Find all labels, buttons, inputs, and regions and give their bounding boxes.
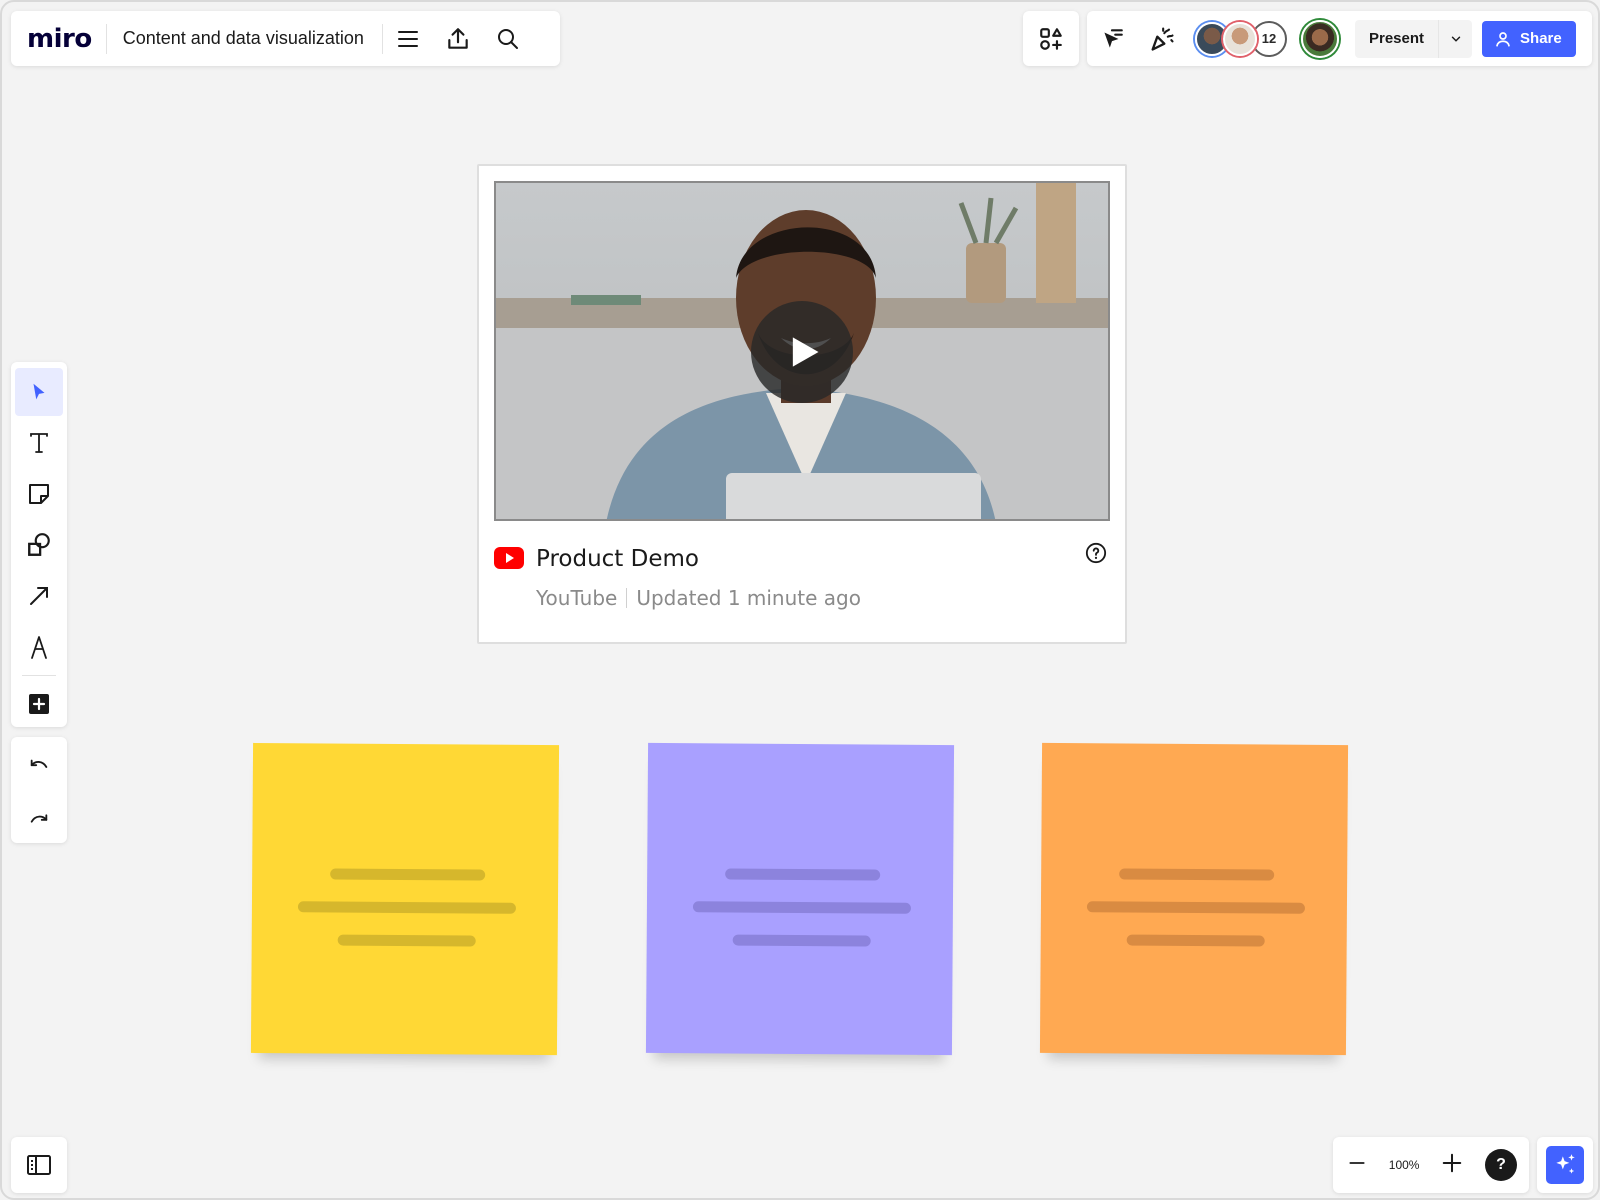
- embed-title[interactable]: Product Demo: [536, 546, 699, 572]
- text-tool[interactable]: [15, 419, 63, 467]
- present-button[interactable]: Present: [1355, 20, 1438, 58]
- frames-panel-button[interactable]: [11, 1137, 67, 1193]
- embed-source: YouTube: [536, 586, 618, 610]
- undo-button[interactable]: [15, 743, 63, 791]
- ai-assistant-button[interactable]: [1537, 1137, 1593, 1193]
- history-toolbar: [11, 737, 67, 843]
- divider: [626, 588, 628, 608]
- divider: [22, 675, 56, 676]
- board-title[interactable]: Content and data visualization: [107, 28, 382, 49]
- apps-icon: [1040, 27, 1062, 50]
- help-circle-icon[interactable]: [1085, 542, 1107, 564]
- shapes-tool[interactable]: [15, 521, 63, 569]
- collaboration-bar: 12 Present Share: [1087, 11, 1592, 66]
- play-icon: [792, 337, 819, 367]
- sticky-note-icon: [29, 484, 49, 504]
- sticky-note-text-placeholder: [1126, 934, 1265, 947]
- sticky-note-text-placeholder: [330, 868, 486, 881]
- sticky-note-text-placeholder: [1119, 868, 1275, 881]
- minus-icon: [1349, 1161, 1365, 1164]
- zoom-controls: 100% ?: [1333, 1137, 1529, 1193]
- sticky-note[interactable]: [250, 742, 560, 1056]
- sticky-note-text-placeholder: [725, 868, 881, 881]
- creation-toolbar: [11, 362, 67, 727]
- chevron-down-icon: [1451, 36, 1460, 42]
- redo-button[interactable]: [15, 794, 63, 842]
- zoom-out-button[interactable]: [1347, 1153, 1367, 1178]
- sticky-note-text-placeholder: [732, 934, 871, 947]
- celebrate-icon[interactable]: [1137, 11, 1187, 66]
- current-user-avatar[interactable]: [1301, 19, 1339, 58]
- board-header: miro Content and data visualization: [11, 11, 560, 66]
- avatar[interactable]: [1223, 21, 1257, 56]
- present-button-group: Present: [1355, 19, 1473, 58]
- share-button[interactable]: Share: [1482, 20, 1576, 57]
- sticky-note-text-placeholder: [692, 901, 911, 914]
- present-options-button[interactable]: [1438, 19, 1472, 58]
- ai-button-inner: [1546, 1146, 1584, 1184]
- menu-icon[interactable]: [383, 11, 433, 66]
- select-tool[interactable]: [15, 368, 63, 416]
- sidebar-panel-icon: [27, 1155, 51, 1175]
- help-button[interactable]: ?: [1485, 1149, 1517, 1181]
- miro-logo[interactable]: miro: [11, 24, 106, 54]
- collaborator-avatars[interactable]: 12: [1195, 20, 1287, 57]
- youtube-embed-card[interactable]: Product Demo YouTube Updated 1 minute ag…: [477, 164, 1127, 644]
- pen-tool[interactable]: [15, 623, 63, 671]
- redo-icon: [30, 814, 48, 823]
- more-tools-button[interactable]: [15, 680, 63, 728]
- play-button[interactable]: [751, 301, 853, 403]
- sparkles-icon: [1556, 1154, 1575, 1174]
- user-icon: [1496, 31, 1510, 47]
- sticky-note[interactable]: [1039, 742, 1349, 1056]
- apps-button[interactable]: [1023, 11, 1079, 66]
- follow-cursor-icon[interactable]: [1087, 11, 1137, 66]
- text-icon: [30, 433, 48, 453]
- embed-subtitle: YouTube Updated 1 minute ago: [536, 586, 861, 610]
- shapes-icon: [28, 533, 50, 556]
- sticky-note-text-placeholder: [297, 901, 516, 914]
- select-icon: [33, 383, 45, 400]
- embed-updated: Updated 1 minute ago: [636, 586, 861, 610]
- sticky-note-text-placeholder: [1086, 901, 1305, 914]
- export-icon[interactable]: [433, 11, 483, 66]
- pen-icon: [31, 636, 47, 659]
- share-label: Share: [1520, 30, 1562, 47]
- add-icon: [29, 694, 49, 714]
- youtube-icon: [494, 547, 524, 569]
- zoom-in-button[interactable]: [1441, 1152, 1463, 1179]
- sticky-note-text-placeholder: [337, 934, 476, 947]
- undo-icon: [30, 759, 48, 768]
- sticky-note[interactable]: [645, 742, 955, 1056]
- zoom-level[interactable]: 100%: [1389, 1158, 1420, 1172]
- arrow-icon: [30, 587, 48, 605]
- sticky-note-tool[interactable]: [15, 470, 63, 518]
- plus-icon: [1442, 1153, 1462, 1172]
- video-thumbnail[interactable]: [494, 181, 1110, 521]
- search-icon[interactable]: [483, 11, 533, 66]
- connection-line-tool[interactable]: [15, 572, 63, 620]
- miro-board-canvas[interactable]: miro Content and data visualization 12 P…: [0, 0, 1600, 1200]
